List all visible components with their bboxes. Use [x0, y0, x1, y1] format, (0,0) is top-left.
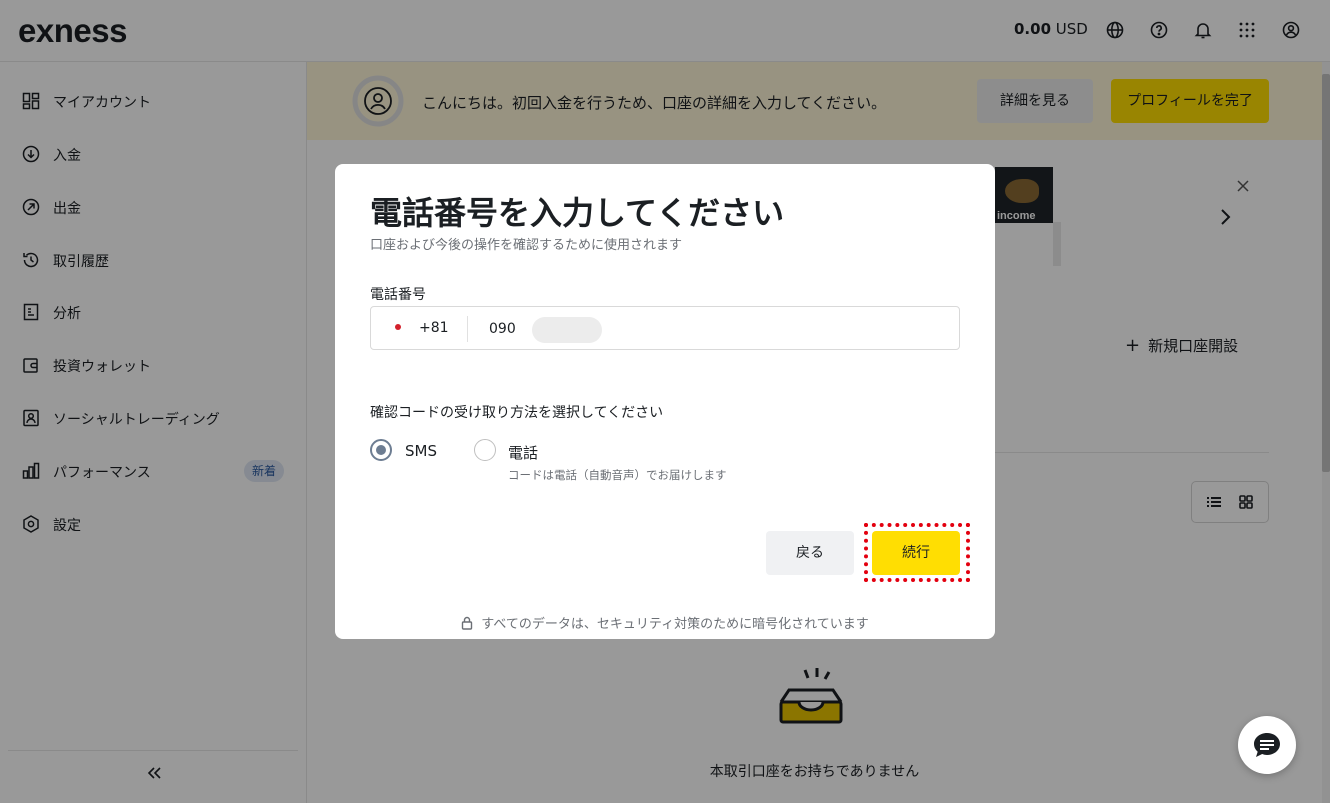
japan-flag-icon[interactable]: [391, 322, 405, 332]
input-separator: [467, 316, 468, 342]
phone-number-value[interactable]: 090: [489, 321, 516, 337]
sms-label[interactable]: SMS: [405, 442, 437, 460]
sms-radio[interactable]: [370, 439, 392, 461]
back-button[interactable]: 戻る: [766, 531, 854, 575]
chat-button[interactable]: [1238, 716, 1296, 774]
phone-verification-modal: 電話番号を入力してください 口座および今後の操作を確認するために使用されます 電…: [335, 164, 995, 639]
chat-icon: [1254, 733, 1280, 757]
modal-title: 電話番号を入力してください: [370, 194, 785, 232]
security-note: すべてのデータは、セキュリティ対策のために暗号化されています: [335, 613, 995, 632]
call-radio[interactable]: [474, 439, 496, 461]
redacted-number: [532, 317, 602, 343]
security-note-text: すべてのデータは、セキュリティ対策のために暗号化されています: [481, 617, 869, 632]
continue-highlight-box: [864, 523, 970, 582]
phone-input[interactable]: +81 090: [370, 306, 960, 350]
modal-subtitle: 口座および今後の操作を確認するために使用されます: [370, 238, 683, 253]
lock-icon: [461, 616, 473, 630]
country-code[interactable]: +81: [419, 320, 449, 336]
call-hint: コードは電話（自動音声）でお届けします: [508, 468, 727, 482]
method-label: 確認コードの受け取り方法を選択してください: [370, 405, 664, 421]
phone-label: 電話番号: [370, 287, 426, 303]
call-label[interactable]: 電話: [508, 442, 538, 463]
